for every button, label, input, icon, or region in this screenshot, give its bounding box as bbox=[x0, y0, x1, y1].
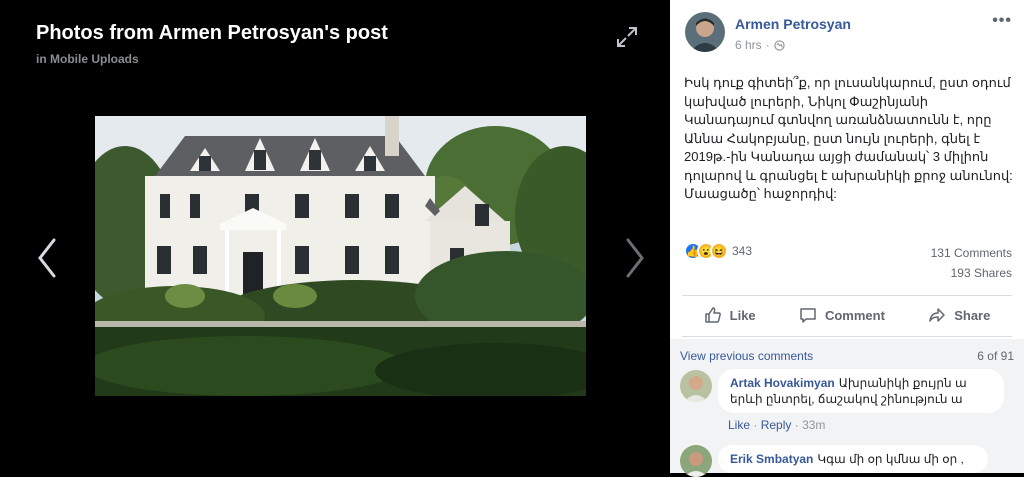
divider bbox=[682, 336, 1012, 337]
share-button[interactable]: Share bbox=[928, 306, 990, 324]
dot-separator: · bbox=[753, 418, 761, 432]
comments-count[interactable]: 131 Comments bbox=[931, 246, 1012, 260]
commenter-name[interactable]: Erik Smbatyan bbox=[730, 452, 813, 466]
dot-separator: · bbox=[794, 418, 803, 432]
post-text: Իսկ դուք գիտեի՞ք, որ լուսանկարում, ըստ օ… bbox=[684, 75, 1013, 201]
reaction-count: 343 bbox=[732, 244, 753, 258]
reactions-summary[interactable]: 👍 😮 😆 343 bbox=[684, 242, 752, 260]
post-panel: Armen Petrosyan 6 hrs · ••• Իսկ դուք գիտ… bbox=[670, 0, 1024, 477]
comments-pagination: 6 of 91 bbox=[977, 349, 1014, 363]
view-previous-comments-link[interactable]: View previous comments bbox=[680, 349, 813, 363]
post-time[interactable]: 6 hrs bbox=[735, 38, 762, 52]
expand-icon[interactable] bbox=[616, 26, 638, 48]
comment-reply-link[interactable]: Reply bbox=[761, 418, 792, 432]
haha-reaction-icon: 😆 bbox=[710, 242, 728, 260]
thumbs-up-icon bbox=[704, 307, 721, 323]
previous-photo-icon[interactable] bbox=[32, 236, 62, 280]
more-options-icon[interactable]: ••• bbox=[992, 12, 1012, 30]
comment-bubble: Artak Hovakimyan Ախրանիկի քույրն ա երևի ը… bbox=[718, 369, 1004, 413]
next-photo-icon[interactable] bbox=[620, 236, 650, 280]
comments-section: View previous comments 6 of 91 Artak Hov… bbox=[670, 339, 1024, 477]
viewer-title: Photos from Armen Petrosyan's post bbox=[36, 22, 388, 44]
share-label: Share bbox=[954, 307, 991, 323]
comment-time[interactable]: 33m bbox=[802, 418, 825, 432]
author-name[interactable]: Armen Petrosyan bbox=[735, 16, 851, 32]
author-avatar[interactable] bbox=[685, 12, 725, 52]
comment-actions: Like · Reply · 33m bbox=[728, 418, 825, 432]
like-button[interactable]: Like bbox=[704, 306, 756, 324]
house-photo bbox=[95, 116, 586, 396]
like-label: Like bbox=[729, 307, 756, 323]
post-meta: 6 hrs · bbox=[735, 38, 785, 52]
album-link[interactable]: in Mobile Uploads bbox=[36, 52, 139, 66]
commenter-name[interactable]: Artak Hovakimyan bbox=[730, 376, 835, 390]
photo-viewer: Photos from Armen Petrosyan's post in Mo… bbox=[0, 0, 670, 473]
globe-icon bbox=[774, 39, 785, 51]
reaction-icons: 👍 😮 😆 bbox=[684, 242, 728, 260]
commenter-avatar[interactable] bbox=[680, 445, 712, 477]
comment-button[interactable]: Comment bbox=[799, 306, 885, 324]
shares-count[interactable]: 193 Shares bbox=[951, 266, 1012, 280]
share-icon bbox=[929, 308, 945, 322]
action-bar: Like Comment Share bbox=[682, 296, 1012, 334]
comment-icon bbox=[800, 308, 816, 323]
comment-like-link[interactable]: Like bbox=[728, 418, 750, 432]
comment-text: Կգա մի օր կմնա մի օր , bbox=[817, 452, 964, 466]
comment-bubble: Erik Smbatyan Կգա մի օր կմնա մի օր , bbox=[718, 445, 988, 473]
dot-separator: · bbox=[765, 38, 770, 52]
commenter-avatar[interactable] bbox=[680, 370, 712, 402]
comment-label: Comment bbox=[824, 307, 885, 323]
